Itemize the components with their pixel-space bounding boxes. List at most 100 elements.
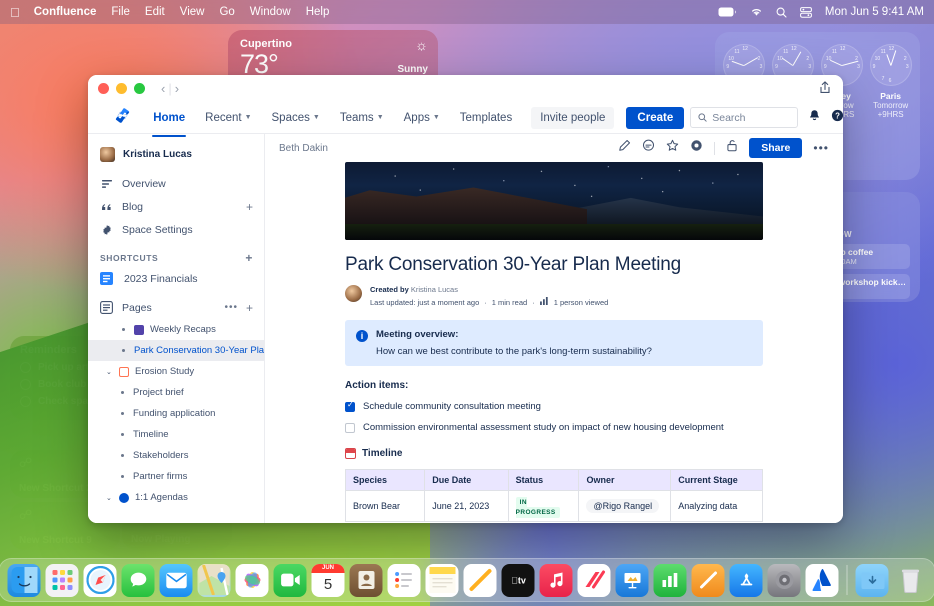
action-item-row[interactable]: Commission environmental assessment stud… <box>345 422 763 433</box>
tree-item-erosion-study[interactable]: ⌄ Erosion Study <box>88 361 264 382</box>
forward-button[interactable]: › <box>175 81 179 96</box>
dock-item-appstore[interactable] <box>730 564 763 597</box>
chevron-down-icon[interactable]: ⌄ <box>106 368 113 376</box>
minimize-button[interactable] <box>116 83 127 94</box>
menu-item-window[interactable]: Window <box>250 6 291 18</box>
tree-item-weekly-recaps[interactable]: Weekly Recaps <box>88 319 264 340</box>
tree-item-park-conservation[interactable]: Park Conservation 30-Year Plan Meeting <box>88 340 264 361</box>
sidebar-item-space-settings[interactable]: Space Settings <box>88 218 264 241</box>
menu-item-view[interactable]: View <box>180 6 205 18</box>
notifications-icon[interactable] <box>808 109 821 127</box>
dock-item-finder[interactable] <box>8 564 41 597</box>
comment-icon[interactable] <box>642 139 655 157</box>
create-button[interactable]: Create <box>626 107 684 129</box>
nav-item-apps[interactable]: Apps ▼ <box>397 106 447 130</box>
dock-item-pages[interactable] <box>692 564 725 597</box>
checkbox-circle-icon[interactable] <box>20 379 31 390</box>
confluence-logo-icon[interactable] <box>115 108 130 128</box>
dock-item-facetime[interactable] <box>274 564 307 597</box>
back-button[interactable]: ‹ <box>161 81 165 96</box>
dock-item-reminders[interactable] <box>388 564 421 597</box>
table-row[interactable]: Brown Bear June 21, 2023 IN PROGRESS @Ri… <box>346 491 763 522</box>
sidebar-item-pages[interactable]: Pages ••• + <box>88 296 264 319</box>
wifi-icon[interactable] <box>750 7 763 17</box>
sidebar-item-blog[interactable]: Blog + <box>88 195 264 218</box>
tree-item-partner-firms[interactable]: Partner firms <box>88 466 264 487</box>
sidebar-user[interactable]: Kristina Lucas <box>88 142 264 172</box>
pages-more-icon[interactable]: ••• <box>224 302 238 313</box>
column-header-due-date[interactable]: Due Date <box>425 470 508 491</box>
more-actions-button[interactable]: ••• <box>813 141 829 155</box>
menu-item-file[interactable]: File <box>111 6 130 18</box>
add-blog-icon[interactable]: + <box>246 201 253 213</box>
dock-item-mail[interactable] <box>160 564 193 597</box>
checkbox-circle-icon[interactable] <box>20 396 31 407</box>
dock-item-keynote[interactable] <box>616 564 649 597</box>
sidebar-item-overview[interactable]: Overview <box>88 172 264 195</box>
checkbox-unchecked-icon[interactable] <box>345 423 355 433</box>
share-icon[interactable] <box>819 81 831 99</box>
star-icon[interactable] <box>666 139 679 157</box>
share-button[interactable]: Share <box>749 138 802 158</box>
control-center-icon[interactable] <box>800 7 812 18</box>
column-header-current-stage[interactable]: Current Stage <box>671 470 763 491</box>
dock-item-news[interactable] <box>578 564 611 597</box>
dock-item-settings[interactable] <box>768 564 801 597</box>
checkbox-circle-icon[interactable] <box>20 362 31 373</box>
edit-pencil-icon[interactable] <box>618 139 631 157</box>
dock-item-notes[interactable] <box>426 564 459 597</box>
column-header-status[interactable]: Status <box>508 470 579 491</box>
tree-item-stakeholders[interactable]: Stakeholders <box>88 445 264 466</box>
battery-icon[interactable] <box>718 7 737 17</box>
author-avatar[interactable] <box>345 285 362 302</box>
user-mention[interactable]: @Rigo Rangel <box>586 499 659 513</box>
nav-item-templates[interactable]: Templates <box>453 106 519 130</box>
menu-item-help[interactable]: Help <box>306 6 330 18</box>
menu-bar-clock[interactable]: Mon Jun 5 9:41 AM <box>825 6 924 18</box>
chevron-down-icon[interactable]: ⌄ <box>106 494 113 502</box>
add-page-icon[interactable]: + <box>246 302 253 314</box>
maximize-button[interactable] <box>134 83 145 94</box>
tree-item-one-on-one-agendas[interactable]: ⌄ 1:1 Agendas <box>88 487 264 508</box>
dock-item-maps[interactable] <box>198 564 231 597</box>
breadcrumb[interactable]: Beth Dakin <box>279 143 328 154</box>
dock-item-safari[interactable] <box>84 564 117 597</box>
dock-item-freeform[interactable] <box>464 564 497 597</box>
watch-eye-icon[interactable] <box>690 139 703 157</box>
menu-item-edit[interactable]: Edit <box>145 6 165 18</box>
search-input[interactable]: Search <box>690 107 798 128</box>
action-item-row[interactable]: Schedule community consultation meeting <box>345 401 763 412</box>
help-icon[interactable]: ? <box>831 109 843 127</box>
restrictions-lock-icon[interactable] <box>726 139 738 157</box>
dock-item-downloads-folder[interactable] <box>856 564 889 597</box>
nav-item-spaces[interactable]: Spaces ▼ <box>265 106 327 130</box>
dock-item-trash[interactable] <box>894 564 927 597</box>
tree-item-timeline[interactable]: Timeline <box>88 424 264 445</box>
nav-item-home[interactable]: Home <box>146 106 192 130</box>
nav-item-recent[interactable]: Recent ▼ <box>198 106 258 130</box>
add-shortcut-icon[interactable]: + <box>245 252 253 264</box>
nav-item-teams[interactable]: Teams ▼ <box>333 106 391 130</box>
dock-item-appletv[interactable]: tv <box>502 564 535 597</box>
dock-item-launchpad[interactable] <box>46 564 79 597</box>
apple-icon[interactable]:  <box>10 6 20 19</box>
checkbox-checked-icon[interactable] <box>345 402 355 412</box>
tree-item-project-brief[interactable]: Project brief <box>88 382 264 403</box>
tree-item-funding-application[interactable]: Funding application <box>88 403 264 424</box>
dock-item-messages[interactable] <box>122 564 155 597</box>
dock-item-music[interactable] <box>540 564 573 597</box>
column-header-species[interactable]: Species <box>346 470 425 491</box>
app-switcher-icon[interactable] <box>100 110 103 125</box>
dock-item-contacts[interactable] <box>350 564 383 597</box>
column-header-owner[interactable]: Owner <box>579 470 671 491</box>
menu-item-confluence[interactable]: Confluence <box>34 6 97 18</box>
close-button[interactable] <box>98 83 109 94</box>
dock-item-numbers[interactable] <box>654 564 687 597</box>
invite-people-button[interactable]: Invite people <box>531 107 614 129</box>
search-icon[interactable] <box>776 7 787 18</box>
menu-item-go[interactable]: Go <box>219 6 234 18</box>
dock-item-atlassian[interactable] <box>806 564 839 597</box>
dock-item-photos[interactable] <box>236 564 269 597</box>
dock-item-calendar[interactable]: JUN 5 <box>312 564 345 597</box>
sidebar-shortcut-2023-financials[interactable]: 2023 Financials <box>88 267 264 290</box>
